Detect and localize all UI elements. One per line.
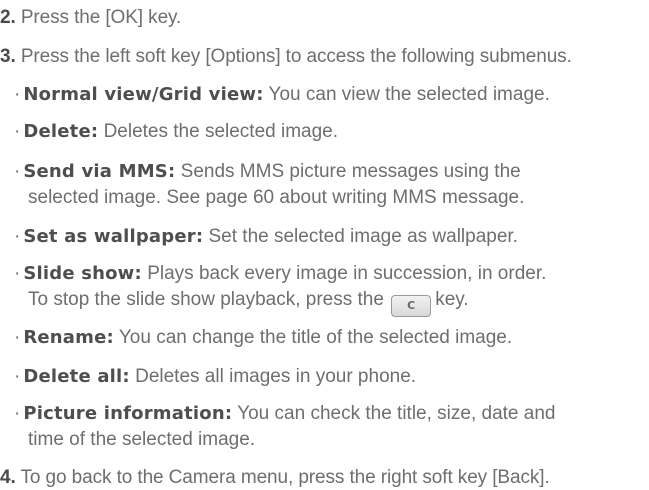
list-item-delete: · Delete: Deletes the selected image. — [14, 121, 338, 143]
list-item-picture-information: · Picture information: You can check the … — [14, 403, 555, 425]
list-item-slide-show: · Slide show: Plays back every image in s… — [14, 263, 546, 285]
step-4: 4. To go back to the Camera menu, press … — [0, 467, 550, 489]
item-description: Plays back every image in succession, in… — [147, 263, 547, 284]
item-term: Rename: — [23, 327, 114, 348]
item-description: Set the selected image as wallpaper. — [208, 226, 518, 247]
bullet-dot: · — [14, 366, 21, 387]
item-term: Picture information: — [23, 403, 233, 424]
step-2: 2. Press the [OK] key. — [0, 7, 181, 29]
step-3: 3. Press the left soft key [Options] to … — [0, 46, 572, 68]
item-description-part: To stop the slide show playback, press t… — [28, 289, 384, 310]
bullet-dot: · — [14, 84, 21, 105]
item-description: Deletes the selected image. — [103, 121, 339, 142]
bullet-dot: · — [14, 403, 21, 424]
step-number: 2. — [0, 7, 16, 28]
list-item-set-as-wallpaper: · Set as wallpaper: Set the selected imag… — [14, 226, 518, 248]
item-description-part: key. — [435, 289, 469, 310]
list-item-normal-view: · Normal view/Grid view: You can view the… — [14, 84, 550, 106]
item-description: You can change the title of the selected… — [118, 327, 513, 348]
item-description: You can view the selected image. — [268, 84, 550, 105]
item-description-continued: To stop the slide show playback, press t… — [28, 289, 469, 317]
list-item-rename: · Rename: You can change the title of the… — [14, 327, 512, 349]
bullet-dot: · — [14, 263, 21, 284]
bullet-dot: · — [14, 161, 21, 182]
step-text: To go back to the Camera menu, press the… — [20, 467, 550, 488]
bullet-dot: · — [14, 226, 21, 247]
bullet-dot: · — [14, 121, 21, 142]
bullet-dot: · — [14, 327, 21, 348]
c-key-icon: C — [391, 295, 432, 317]
item-term: Slide show: — [23, 263, 142, 284]
list-item-send-via-mms: · Send via MMS: Sends MMS picture message… — [14, 161, 521, 183]
item-term: Delete all: — [23, 366, 130, 387]
item-term: Send via MMS: — [23, 161, 176, 182]
item-description: You can check the title, size, date and — [237, 403, 556, 424]
item-description-continued: selected image. See page 60 about writin… — [28, 187, 525, 208]
list-item-delete-all: · Delete all: Deletes all images in your … — [14, 366, 416, 388]
step-number: 3. — [0, 46, 16, 67]
step-text: Press the left soft key [Options] to acc… — [20, 46, 572, 67]
item-description: Sends MMS picture messages using the — [180, 161, 521, 182]
item-description: Deletes all images in your phone. — [135, 366, 417, 387]
step-text: Press the [OK] key. — [20, 7, 182, 28]
item-term: Set as wallpaper: — [23, 226, 204, 247]
item-term: Delete: — [23, 121, 99, 142]
item-description-continued: time of the selected image. — [28, 429, 256, 450]
item-term: Normal view/Grid view: — [23, 84, 264, 105]
step-number: 4. — [0, 467, 16, 488]
